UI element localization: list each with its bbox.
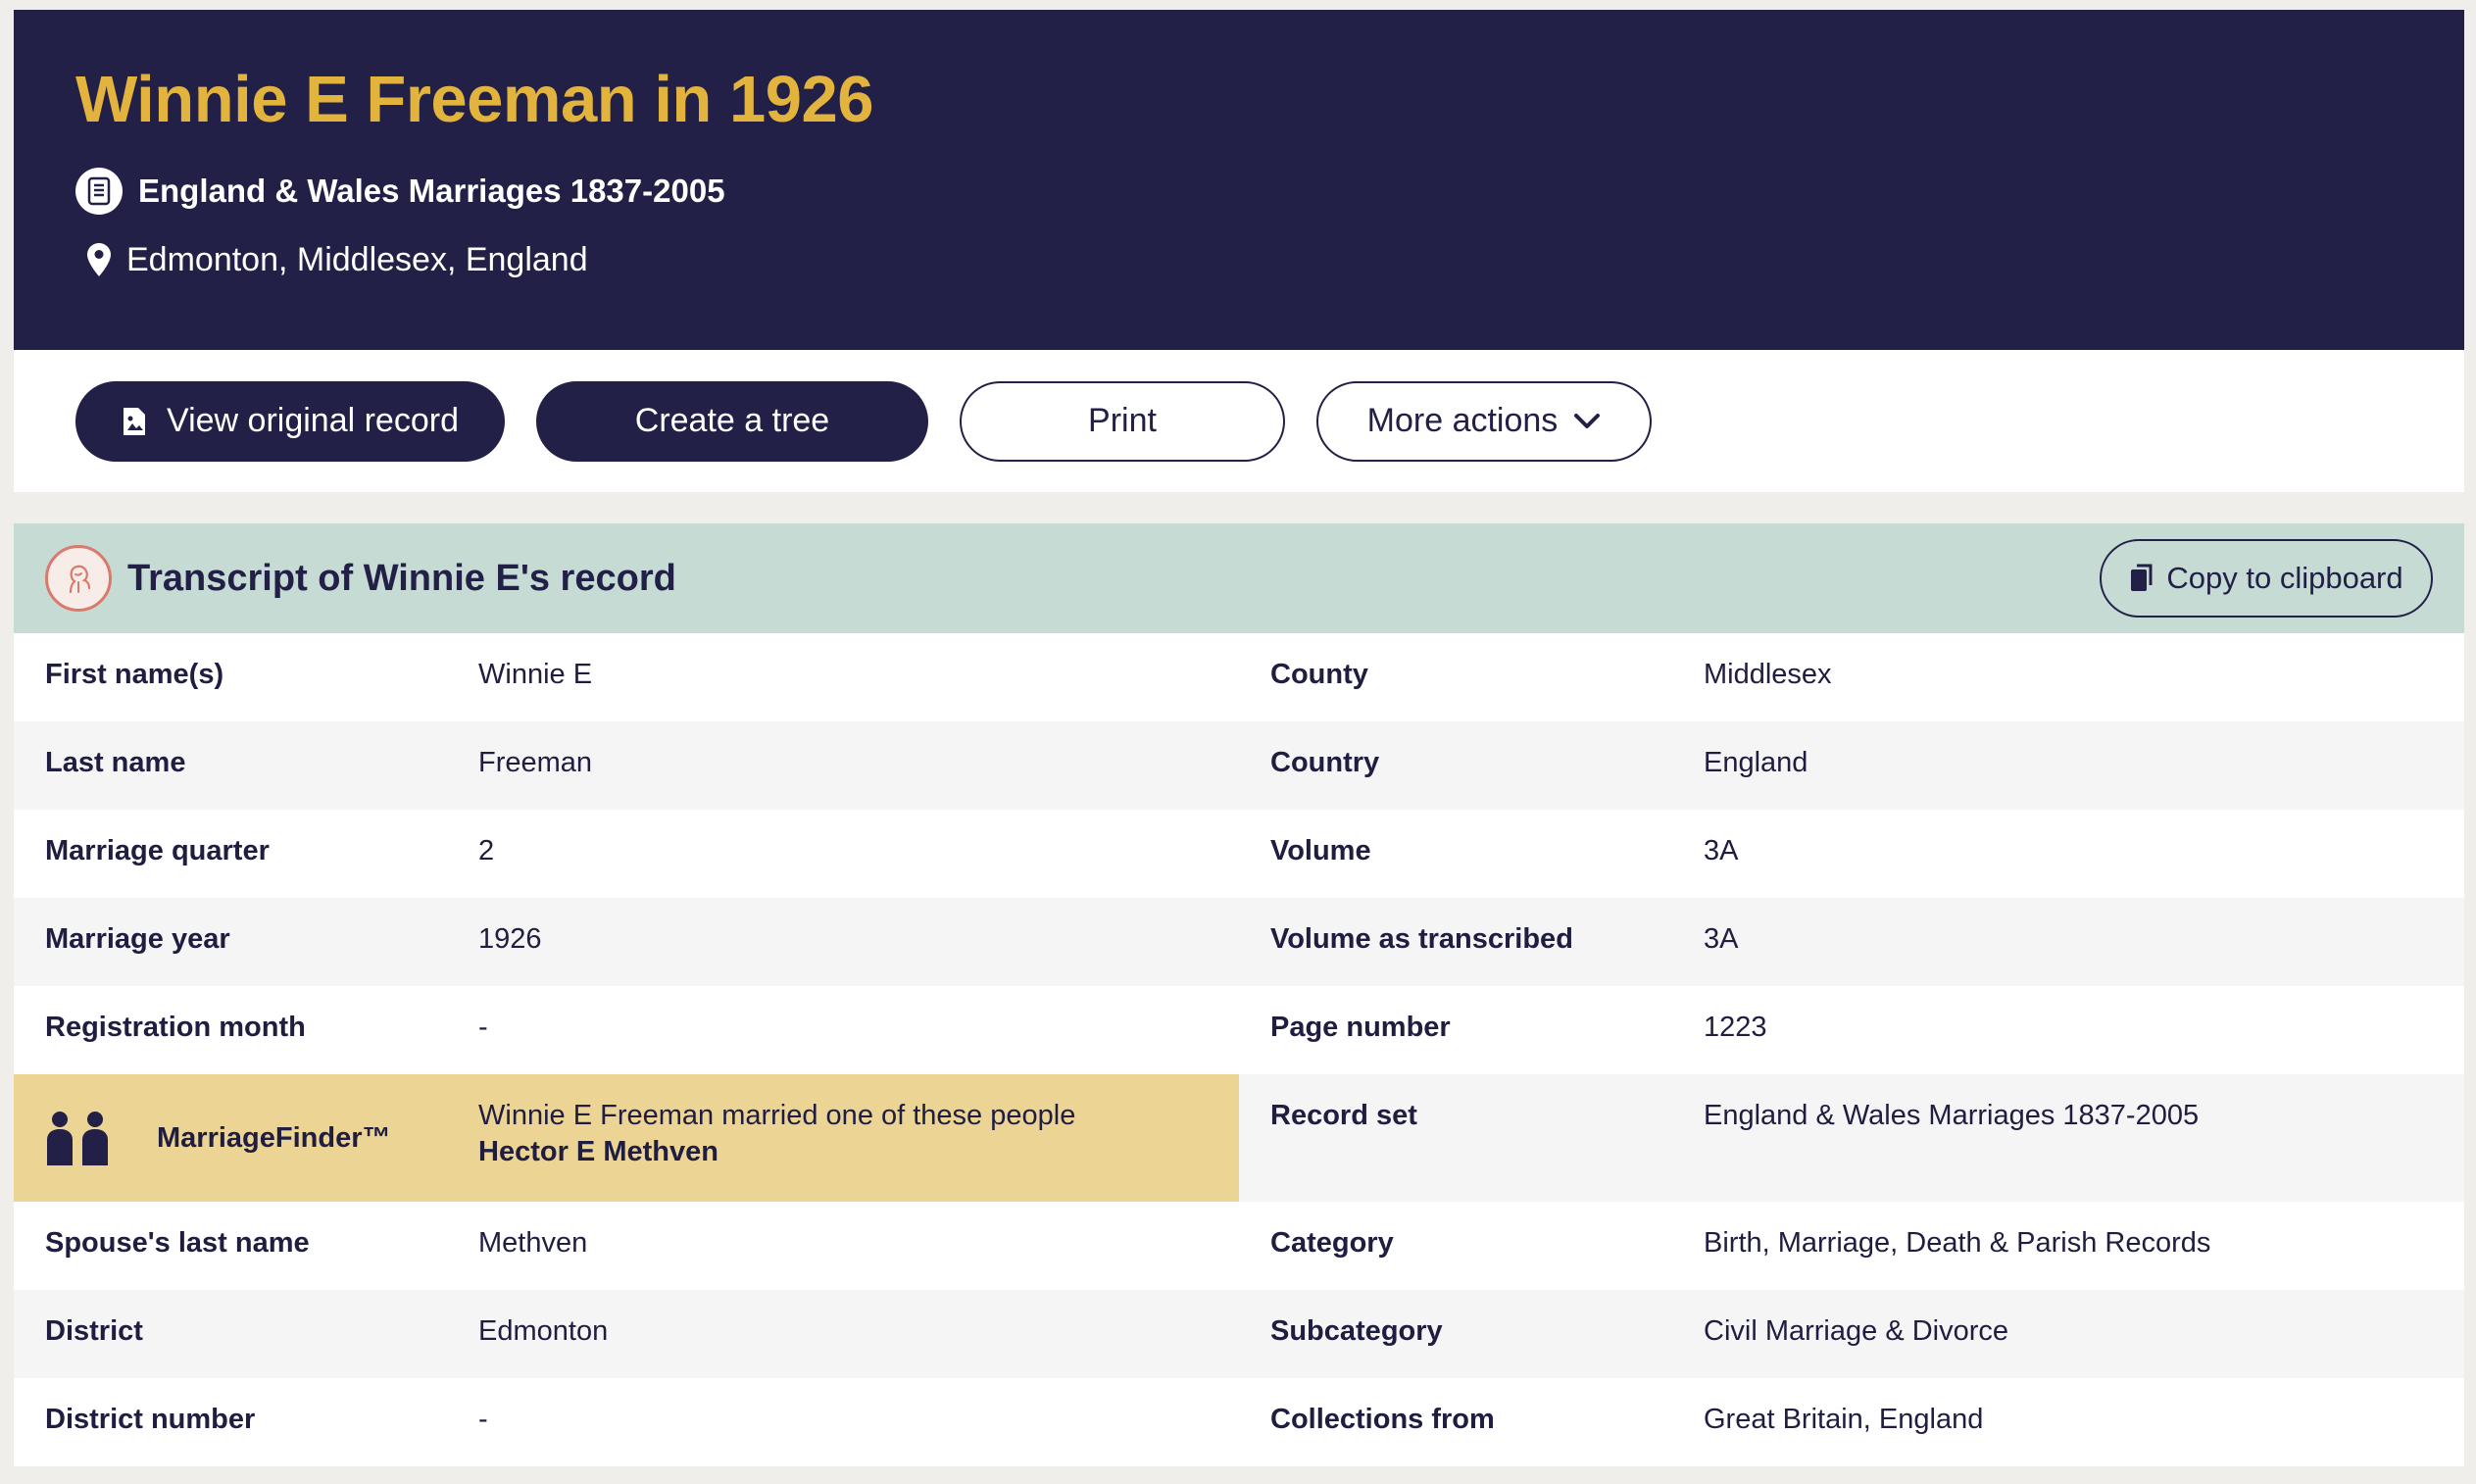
table-row: District number - Collections from Great… [14,1378,2464,1466]
table-row: Spouse's last name Methven Category Birt… [14,1202,2464,1290]
field-value: 3A [1704,898,2464,986]
field-value: England & Wales Marriages 1837-2005 [1704,1074,2464,1202]
field-value: 2 [478,835,495,866]
marriage-finder-label: MarriageFinder™ [157,1121,391,1154]
transcript-panel: Transcript of Winnie E's record Copy to … [14,523,2464,1466]
field-value: Great Britain, England [1704,1404,1984,1435]
table-row: Marriage quarter 2 Volume 3A [14,810,2464,898]
record-page: Winnie E Freeman in 1926 England & Wales… [14,10,2464,1466]
print-button[interactable]: Print [960,380,1285,462]
transcript-header: Transcript of Winnie E's record Copy to … [14,523,2464,633]
field-value: Methven [478,1227,588,1259]
more-actions-button[interactable]: More actions [1316,380,1652,462]
spouse-link[interactable]: Hector E Methven [478,1136,1239,1168]
field-value: 1223 [1704,1012,1767,1043]
document-icon [75,168,123,215]
field-label: Collections from [1270,1404,1495,1435]
marriage-finder-row: MarriageFinder™ Winnie E Freeman married… [14,1074,2464,1202]
field-label: Category [1270,1227,1394,1259]
transcript-table: First name(s) Winnie E County Middlesex … [14,633,2464,1466]
field-value: England [1704,721,2464,810]
field-value: Freeman [478,721,1239,810]
more-actions-label: More actions [1366,402,1559,439]
place-text: Edmonton, Middlesex, England [126,240,588,278]
field-label: Registration month [45,1012,306,1043]
field-label: Country [1239,721,1704,810]
field-value: - [478,1012,488,1043]
field-label: Marriage year [14,898,478,986]
table-row: District Edmonton Subcategory Civil Marr… [14,1290,2464,1378]
field-label: County [1270,659,1368,690]
field-value: Winnie E [478,659,593,690]
image-file-icon [122,406,147,437]
clipboard-icon [2129,564,2154,593]
marriage-finder-value: Winnie E Freeman married one of these pe… [478,1074,1239,1202]
field-value: Edmonton [478,1290,1239,1378]
field-label: Spouse's last name [45,1227,310,1259]
field-label: First name(s) [45,659,224,690]
record-set-line: England & Wales Marriages 1837-2005 [75,168,2464,215]
field-label: Record set [1239,1074,1704,1202]
field-label: District [14,1290,478,1378]
couple-icon [45,1111,110,1165]
field-value: Birth, Marriage, Death & Parish Records [1704,1227,2211,1259]
table-row: First name(s) Winnie E County Middlesex [14,633,2464,721]
create-tree-label: Create a tree [634,402,830,439]
transcript-title: Transcript of Winnie E's record [127,557,676,599]
field-label: Subcategory [1239,1290,1704,1378]
field-label: District number [45,1404,256,1435]
view-original-record-button[interactable]: View original record [75,380,505,462]
copy-to-clipboard-button[interactable]: Copy to clipboard [2100,539,2433,618]
field-label: Marriage quarter [45,835,270,866]
portrait-icon [45,545,112,612]
create-tree-button[interactable]: Create a tree [536,380,928,462]
print-label: Print [1088,402,1157,439]
field-label: Volume [1270,835,1371,866]
field-value: 3A [1704,835,1739,866]
field-value: - [478,1404,488,1435]
table-row: Registration month - Page number 1223 [14,986,2464,1074]
page-title: Winnie E Freeman in 1926 [75,63,874,136]
view-original-record-label: View original record [167,402,459,439]
field-value: 1926 [478,898,1239,986]
field-label: Page number [1270,1012,1451,1043]
chevron-down-icon [1573,413,1601,430]
table-row: Marriage year 1926 Volume as transcribed… [14,898,2464,986]
field-label: Volume as transcribed [1239,898,1704,986]
place-line: Edmonton, Middlesex, England [75,236,2464,283]
field-value: Civil Marriage & Divorce [1704,1290,2464,1378]
record-set-link[interactable]: England & Wales Marriages 1837-2005 [138,173,725,210]
marriage-finder-text: Winnie E Freeman married one of these pe… [478,1100,1076,1131]
copy-label: Copy to clipboard [2166,561,2403,595]
table-row: Last name Freeman Country England [14,721,2464,810]
record-header: Winnie E Freeman in 1926 England & Wales… [14,10,2464,350]
marriage-finder-label-cell: MarriageFinder™ [14,1074,478,1202]
field-value: Middlesex [1704,659,1832,690]
field-label: Last name [14,721,478,810]
location-pin-icon [75,236,123,283]
action-bar: View original record Create a tree Print… [14,350,2464,492]
